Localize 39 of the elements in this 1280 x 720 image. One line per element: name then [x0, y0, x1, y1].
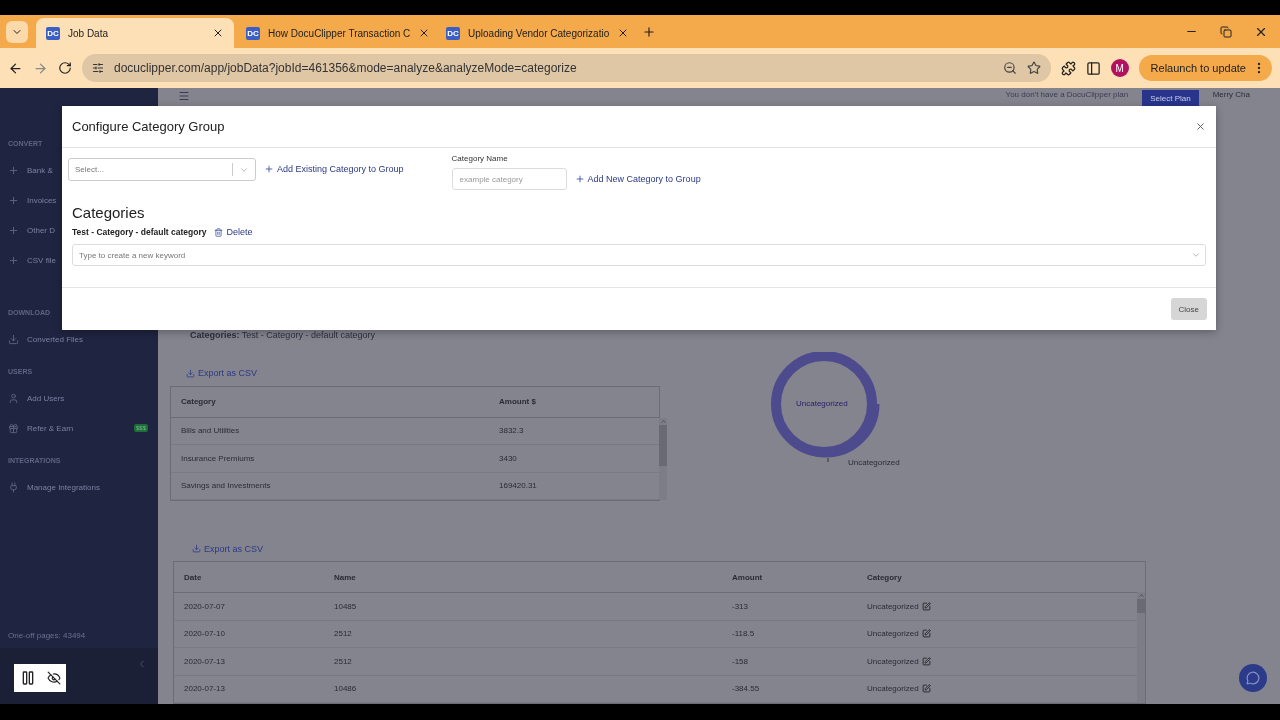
- favicon: DC: [46, 26, 60, 40]
- table-cell-text: 3832.3: [498, 426, 525, 436]
- table-cell-text: 169420.31: [498, 481, 538, 491]
- favicon: DC: [446, 26, 460, 40]
- categories-heading: Categories: [72, 204, 146, 221]
- field-label: Category Name: [451, 154, 509, 163]
- donut-center-label: Uncategorized: [796, 398, 848, 408]
- table-cell: Uncategorized: [857, 684, 1137, 694]
- table-cell-text: 2020-07-13: [183, 684, 226, 694]
- dialog-title: Configure Category Group: [72, 119, 225, 134]
- column-header: Category: [866, 572, 903, 582]
- table-cell-text: -158: [731, 656, 749, 666]
- table-cell-text: 10485: [333, 601, 358, 611]
- favicon: DC: [246, 26, 260, 40]
- column-header: Date: [183, 572, 203, 582]
- table-cell-text: -313: [731, 601, 749, 611]
- table-cell-text: 2512: [333, 629, 353, 639]
- table-cell-text: Bills and Utilities: [180, 426, 241, 436]
- table-cell-text: 2020-07-10: [183, 629, 226, 639]
- table-cell-text: -384.55: [731, 684, 761, 694]
- category-name: Test - Category - default category: [72, 227, 207, 237]
- table-cell: Uncategorized: [857, 656, 1137, 666]
- table-cell-text: 3430: [498, 453, 518, 463]
- table-cell-text: 2020-07-13: [183, 656, 226, 666]
- table-cell-text: Savings and Investments: [180, 481, 272, 491]
- table-cell: Uncategorized: [857, 629, 1137, 639]
- table-cell: Uncategorized: [857, 601, 1137, 611]
- column-header: Amount: [731, 572, 764, 582]
- pages-count: One-off pages: 43494: [7, 631, 87, 642]
- column-header: Amount $: [498, 397, 537, 406]
- table-cell-text: 2020-07-07: [183, 601, 226, 611]
- column-header: Category: [180, 397, 217, 406]
- table-cell-text: 10486: [333, 684, 358, 694]
- table-cell-text: 2512: [333, 656, 353, 666]
- table-cell-text: -118.5: [731, 629, 756, 639]
- categories-summary: Categories: Test - Category - default category: [190, 329, 376, 342]
- legend-label: Uncategorized: [848, 457, 900, 467]
- column-header: Name: [333, 572, 357, 582]
- table-cell-text: Insurance Premiums: [180, 453, 256, 463]
